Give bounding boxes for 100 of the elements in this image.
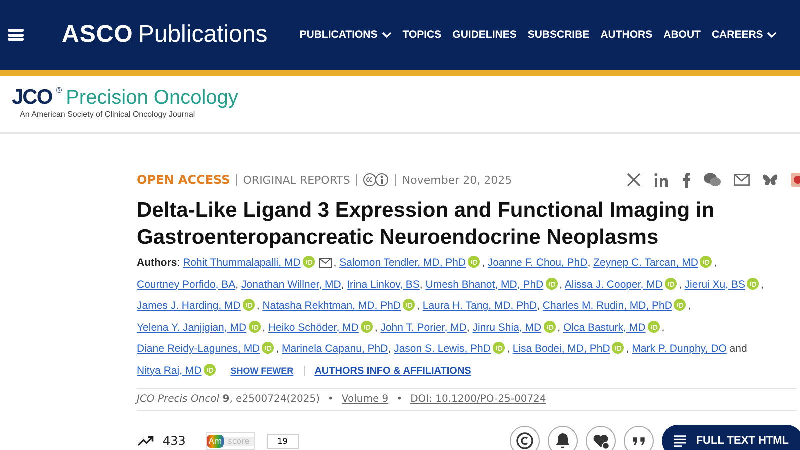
x-icon[interactable] (627, 173, 641, 187)
author-link[interactable]: Natasha Rekhtman, MD, PhD (262, 300, 402, 312)
comma: , (466, 322, 470, 334)
nav-item[interactable]: CAREERS (712, 29, 778, 41)
author-link[interactable]: Lisa Bodei, MD, PhD (512, 343, 610, 355)
author-link[interactable]: Jason S. Lewis, PhD (394, 343, 491, 355)
comma: , (374, 322, 378, 334)
journal-logo[interactable]: JCO ® Precision Oncology (12, 86, 800, 110)
orcid-icon[interactable] (360, 320, 373, 332)
comma: , (506, 343, 510, 355)
comma: , (537, 300, 540, 312)
affiliations-link[interactable]: AUTHORS INFO & AFFILIATIONS (314, 366, 472, 376)
doi-link[interactable]: DOI: 10.1200/PO-25-00724 (410, 394, 546, 405)
author-link[interactable]: Rohit Thummalapalli, MD (183, 257, 301, 269)
author-link[interactable]: Jonathan Willner, MD (241, 278, 342, 290)
view-count: 433 (163, 434, 186, 448)
chevron-icon[interactable] (382, 32, 392, 38)
facebook-icon[interactable] (682, 172, 691, 188)
author-link[interactable]: Mark P. Dunphy, DO (632, 343, 727, 355)
permissions-button[interactable] (510, 426, 540, 450)
author-link[interactable]: Nitya Raj, MD (137, 364, 202, 376)
citation-count: 19 (266, 434, 299, 448)
author-link[interactable]: Umesh Bhanot, MD, PhD (426, 278, 544, 290)
show-fewer-link[interactable]: SHOW FEWER (230, 366, 305, 376)
journal-tagline: An American Society of Clinical Oncology Journal (20, 110, 196, 119)
author-link[interactable]: John T. Porier, MD (380, 322, 467, 334)
author-link[interactable]: Jierui Xu, BS (684, 278, 746, 290)
comma: , (276, 343, 280, 355)
comma: , (626, 343, 630, 355)
author-link[interactable]: Charles M. Rudin, MD, PhD (542, 300, 672, 312)
author-link[interactable]: Heiko Schöder, MD (268, 322, 359, 334)
orcid-icon[interactable] (492, 342, 505, 354)
comma: , (417, 300, 420, 312)
wechat-icon[interactable] (704, 173, 721, 187)
orcid-icon[interactable] (664, 278, 677, 290)
comma: , (262, 322, 266, 334)
nav-item[interactable]: AUTHORS (600, 29, 653, 41)
orcid-icon[interactable] (204, 364, 216, 376)
orcid-icon[interactable] (248, 320, 261, 332)
article-title: Delta-Like Ligand 3 Expression and Functional Imaging in Gastroenteropancreatic Neuroendocrine Neoplasms (137, 198, 716, 251)
linkedin-icon[interactable] (654, 173, 669, 187)
site-logo[interactable]: ASCO Publications (62, 21, 268, 49)
author-link[interactable]: Marinela Capanu, PhD (282, 343, 388, 355)
comma: , (558, 322, 561, 334)
orcid-icon[interactable] (648, 320, 660, 332)
orcid-icon[interactable] (546, 278, 558, 290)
access-label: OPEN ACCESS (137, 173, 230, 187)
comma: , (678, 278, 682, 290)
comma: , (341, 278, 344, 290)
orcid-icon[interactable] (242, 299, 255, 311)
authors-label: Authors: (137, 257, 180, 269)
author-link[interactable]: Zeynep C. Tarcan, MD (594, 257, 698, 269)
bullet: • (328, 394, 334, 405)
nav-item[interactable]: ABOUT (664, 29, 701, 41)
comma: , (662, 322, 665, 334)
orcid-icon[interactable] (403, 299, 416, 311)
citation: JCO Precis Oncol 9, e2500724(2025) (137, 394, 320, 405)
author-link[interactable]: Yelena Y. Janjigian, MD (137, 322, 247, 334)
author-link[interactable]: Laura H. Tang, MD, PhD (422, 300, 538, 312)
author-link[interactable]: Salomon Tendler, MD, PhD (340, 257, 466, 269)
comma: , (688, 300, 692, 312)
comma: , (256, 300, 260, 312)
butterfly-icon[interactable] (763, 174, 778, 186)
comma: , (560, 278, 563, 290)
author-link[interactable]: Diane Reidy-Lagunes, MD (137, 343, 260, 355)
email-icon[interactable] (734, 174, 750, 186)
publish-date: November 20, 2025 (402, 174, 512, 186)
email-icon[interactable] (318, 258, 332, 268)
orcid-icon[interactable] (674, 299, 686, 311)
alert-button[interactable] (548, 426, 578, 450)
chevron-icon[interactable] (767, 32, 778, 38)
comma: , (588, 257, 591, 269)
orcid-icon[interactable] (747, 278, 760, 290)
orcid-icon[interactable] (302, 256, 315, 268)
orcid-icon[interactable] (544, 320, 556, 332)
orcid-icon[interactable] (468, 256, 480, 268)
comma: , (334, 257, 337, 269)
orcid-icon[interactable] (700, 256, 712, 268)
nav-item[interactable]: PUBLICATIONS (300, 29, 392, 41)
bullet: • (396, 394, 403, 405)
author-link[interactable]: Olca Basturk, MD (563, 322, 646, 334)
orcid-icon[interactable] (262, 342, 274, 354)
author-link[interactable]: Courtney Porfido, BA (137, 278, 236, 290)
author-link[interactable]: Jinru Shia, MD (472, 322, 542, 334)
author-link[interactable]: James J. Harding, MD (137, 300, 241, 312)
volume-link[interactable]: Volume 9 (342, 394, 389, 405)
author-link[interactable]: Joanne F. Chou, PhD (488, 257, 588, 269)
nav-item[interactable]: SUBSCRIBE (528, 29, 590, 41)
author-link[interactable]: Alissa J. Cooper, MD (564, 278, 663, 290)
comma: , (482, 257, 485, 269)
cite-button[interactable] (624, 426, 654, 450)
orcid-icon[interactable] (612, 342, 624, 354)
lines-icon (672, 433, 688, 449)
nav-item[interactable]: TOPICS (402, 29, 442, 41)
favorite-button[interactable] (586, 426, 616, 450)
full-text-button[interactable]: FULL TEXT HTML (662, 425, 800, 450)
author-link[interactable]: Irina Linkov, BS (347, 278, 420, 290)
nav-item[interactable]: GUIDELINES (452, 29, 517, 41)
comma: , (714, 257, 718, 269)
conjunction: and (730, 343, 748, 355)
